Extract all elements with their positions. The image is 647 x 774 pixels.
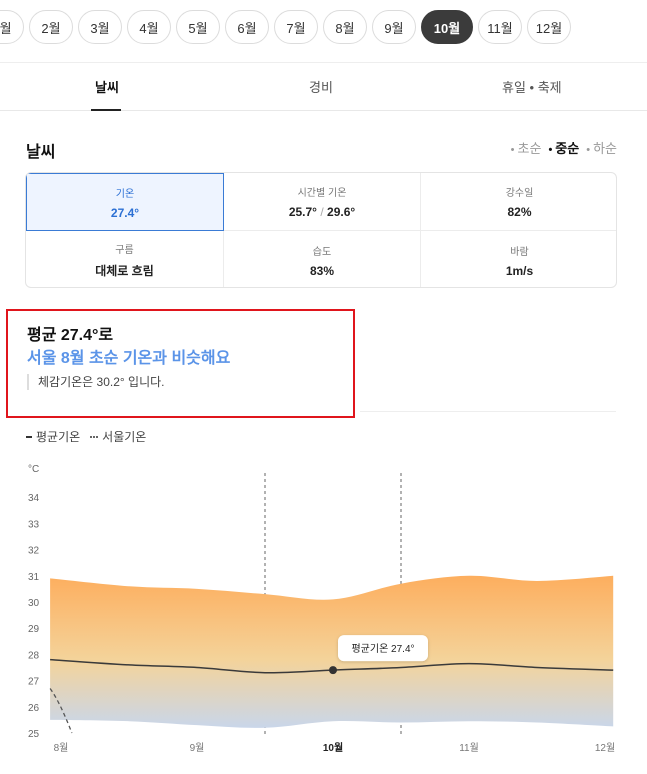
period-late[interactable]: 하순 <box>586 138 617 157</box>
stat-value: 25.7° / 29.6° <box>289 205 355 219</box>
y-tick-label: 25 <box>28 729 40 740</box>
month-pill-7[interactable]: 7월 <box>274 10 318 44</box>
y-tick-label: 33 <box>28 519 40 530</box>
y-tick-label: 28 <box>28 650 40 661</box>
dotted-line-icon <box>90 435 99 438</box>
weather-stats-grid: 기온 27.4° 시간별 기온 25.7° / 29.6° 강수일 82% 구름… <box>25 172 617 288</box>
month-pill-8[interactable]: 8월 <box>323 10 367 44</box>
stat-label: 습도 <box>312 246 332 258</box>
divider <box>360 411 616 412</box>
legend-label: 서울기온 <box>102 430 147 444</box>
active-tab-indicator <box>91 109 121 111</box>
month-pill-9[interactable]: 9월 <box>372 10 416 44</box>
month-pill-11[interactable]: 11월 <box>478 10 522 44</box>
x-tick-label: 11월 <box>459 742 479 754</box>
hourly-separator: / <box>320 205 324 219</box>
stat-value: 27.4° <box>110 205 140 220</box>
stat-label: 강수일 <box>505 188 534 199</box>
stat-rain-days[interactable]: 강수일 82% <box>421 173 616 231</box>
summary-title: 평균 27.4°로 <box>27 327 114 344</box>
temperature-range-area <box>50 575 614 728</box>
stat-value: 대체로 흐림 <box>95 264 154 278</box>
y-tick-label: 26 <box>28 703 40 714</box>
tab-holidays-festivals[interactable]: 휴일 • 축제 <box>502 77 562 96</box>
period-early[interactable]: 초순 <box>511 138 542 157</box>
hourly-max: 29.6° <box>327 205 356 219</box>
y-axis-unit: °C <box>28 464 39 475</box>
period-selector: 초순 중순 하순 <box>511 138 617 157</box>
section-title: 날씨 <box>26 144 56 161</box>
temperature-chart: °C 25 26 27 28 29 30 31 32 33 34 평균기온 27.4° 8월 9월 1… <box>28 464 615 754</box>
y-tick-label: 34 <box>28 493 40 504</box>
y-tick-label: 30 <box>28 598 40 609</box>
tab-bar: 날씨 경비 휴일 • 축제 <box>0 63 647 111</box>
solid-line-icon <box>26 435 32 438</box>
y-tick-label: 32 <box>28 546 40 557</box>
x-tick-label: 8월 <box>54 742 69 754</box>
y-tick-label: 27 <box>28 677 40 688</box>
stat-humidity[interactable]: 습도 83% <box>224 231 421 287</box>
legend-label: 평균기온 <box>36 430 81 444</box>
stat-wind[interactable]: 바람 1m/s <box>421 231 616 287</box>
month-pill-5[interactable]: 5월 <box>176 10 220 44</box>
legend-average: 평균기온 <box>26 428 80 445</box>
month-selector: 1월2월3월4월5월6월7월8월9월10월11월12월 <box>0 10 571 44</box>
y-tick-label: 31 <box>28 572 40 583</box>
x-tick-label: 9월 <box>190 742 205 754</box>
chart-legend: 평균기온 서울기온 <box>26 428 146 445</box>
month-pill-12[interactable]: 12월 <box>527 10 571 44</box>
chart-tooltip: 평균기온 27.4° <box>338 635 428 662</box>
x-tick-label: 10월 <box>323 742 343 754</box>
stat-clouds[interactable]: 구름 대체로 흐림 <box>26 231 224 287</box>
period-mid[interactable]: 중순 <box>548 138 579 157</box>
summary-subtitle: 서울 8월 초순 기온과 비슷해요 <box>27 350 231 367</box>
stat-hourly-temperature[interactable]: 시간별 기온 25.7° / 29.6° <box>224 173 421 231</box>
y-tick-label: 29 <box>28 624 40 635</box>
legend-seoul: 서울기온 <box>90 428 146 445</box>
month-pill-4[interactable]: 4월 <box>127 10 171 44</box>
month-pill-3[interactable]: 3월 <box>78 10 122 44</box>
month-pill-1[interactable]: 1월 <box>0 10 24 44</box>
hourly-min: 25.7° <box>288 205 317 219</box>
month-pill-6[interactable]: 6월 <box>225 10 269 44</box>
stat-label: 구름 <box>115 245 134 256</box>
stat-label: 시간별 기온 <box>297 188 347 199</box>
current-point-marker[interactable] <box>329 666 337 675</box>
x-tick-label: 12월 <box>595 742 615 754</box>
month-pill-2[interactable]: 2월 <box>29 10 73 44</box>
stat-value: 83% <box>309 263 335 278</box>
summary-note: 체감기온은 30.2° 입니다. <box>27 374 164 390</box>
month-pill-10[interactable]: 10월 <box>421 10 473 44</box>
stat-temperature[interactable]: 기온 27.4° <box>26 173 224 231</box>
stat-value: 1m/s <box>505 263 534 278</box>
stat-label: 바람 <box>510 246 529 258</box>
tooltip-label: 평균기온 27.4° <box>351 643 414 655</box>
stat-label: 기온 <box>115 188 135 200</box>
tab-expenses[interactable]: 경비 <box>309 77 333 96</box>
tab-weather[interactable]: 날씨 <box>95 77 119 96</box>
stat-value: 82% <box>507 205 532 219</box>
temperature-summary-highlight: 평균 27.4°로 서울 8월 초순 기온과 비슷해요 체감기온은 30.2° … <box>6 309 355 418</box>
